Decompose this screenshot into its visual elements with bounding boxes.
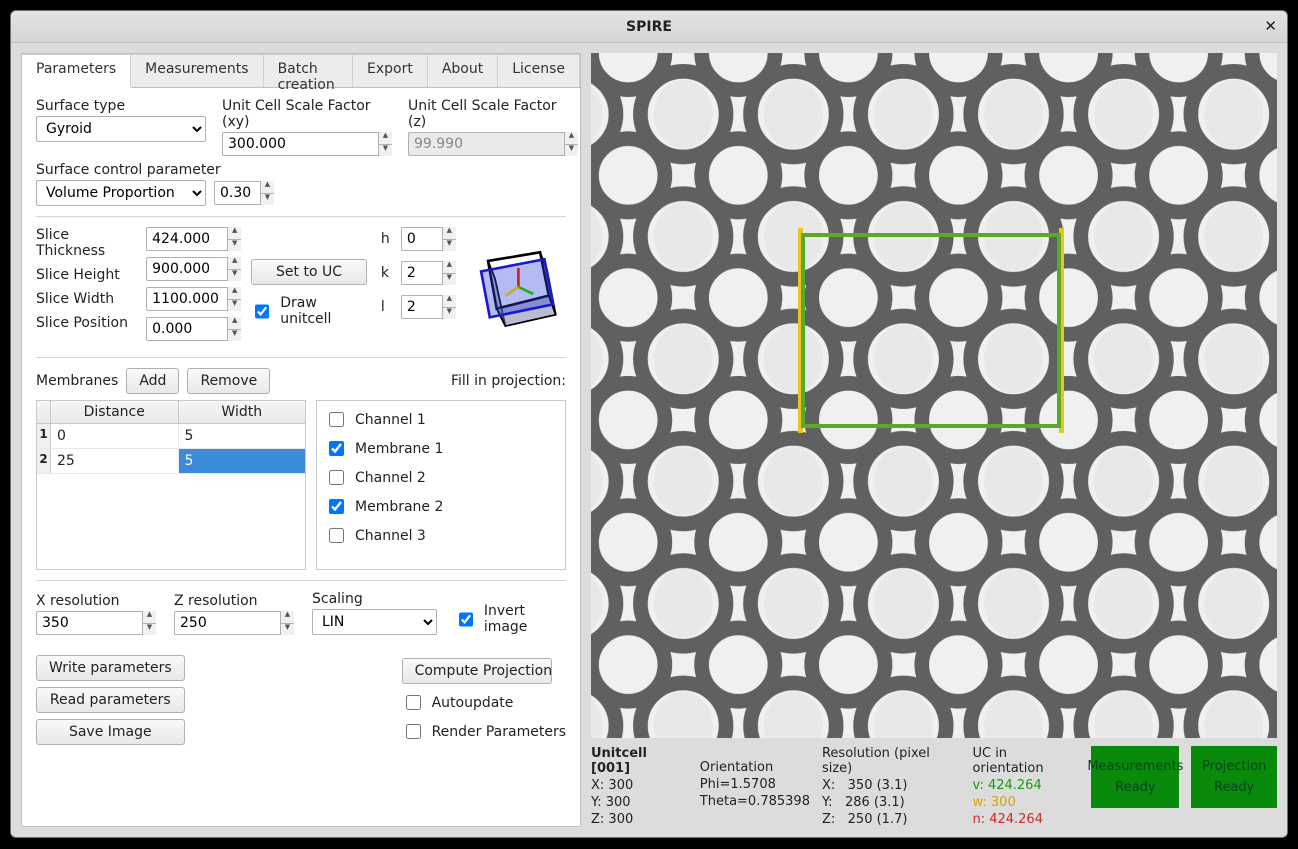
measurement-status-badge: Measurements Ready xyxy=(1091,746,1179,808)
left-panel: Parameters Measurements Batch creation E… xyxy=(21,53,581,827)
close-icon[interactable]: ✕ xyxy=(1264,17,1277,35)
draw-unitcell-checkbox[interactable] xyxy=(255,304,269,319)
set-to-uc-button[interactable]: Set to UC xyxy=(251,259,367,285)
projection-status-badge: Projection Ready xyxy=(1191,746,1277,808)
add-membrane-button[interactable]: Add xyxy=(126,368,179,394)
z-res-input[interactable] xyxy=(174,611,294,635)
tab-batch[interactable]: Batch creation xyxy=(264,54,353,87)
write-params-button[interactable]: Write parameters xyxy=(36,655,185,681)
channel3-checkbox[interactable] xyxy=(329,528,344,543)
k-label: k xyxy=(381,265,393,281)
unitcell-overlay-v xyxy=(801,233,1061,428)
l-label: l xyxy=(381,299,393,315)
scaling-select[interactable]: LIN xyxy=(312,609,437,635)
membranes-label: Membranes xyxy=(36,373,118,389)
fill-projection-label: Fill in projection: xyxy=(451,373,566,389)
scale-z-input xyxy=(408,132,578,156)
z-res-label: Z resolution xyxy=(174,593,294,609)
projection-canvas xyxy=(591,53,1277,738)
fill-projection-list: Channel 1 Membrane 1 Channel 2 Membrane … xyxy=(316,400,566,570)
window-title: SPIRE xyxy=(626,19,672,35)
tab-bar: Parameters Measurements Batch creation E… xyxy=(22,54,580,88)
unitcell-cube-icon xyxy=(462,227,566,347)
tab-measurements[interactable]: Measurements xyxy=(131,54,263,87)
titlebar: SPIRE ✕ xyxy=(11,11,1287,43)
col-width: Width xyxy=(179,401,306,423)
table-cell[interactable]: 5 xyxy=(179,424,306,448)
tab-export[interactable]: Export xyxy=(353,54,428,87)
compute-projection-button[interactable]: Compute Projection xyxy=(402,658,552,684)
orientation-title: Orientation xyxy=(700,760,810,775)
app-window: SPIRE ✕ Parameters Measurements Batch cr… xyxy=(10,10,1288,838)
unitcell-title: Unitcell [001] xyxy=(591,746,688,776)
channel2-checkbox[interactable] xyxy=(329,470,344,485)
autoupdate-checkbox[interactable] xyxy=(406,695,421,710)
h-label: h xyxy=(381,231,393,247)
scale-z-label: Unit Cell Scale Factor (z) xyxy=(408,98,578,130)
membrane2-checkbox[interactable] xyxy=(329,499,344,514)
read-params-button[interactable]: Read parameters xyxy=(36,687,185,713)
render-params-label: Render Parameters xyxy=(432,724,566,740)
scale-xy-label: Unit Cell Scale Factor (xy) xyxy=(222,98,392,130)
status-bar: Unitcell [001] X: 300 Y: 300 Z: 300 Orie… xyxy=(591,746,1277,827)
autoupdate-label: Autoupdate xyxy=(432,695,514,711)
save-image-button[interactable]: Save Image xyxy=(36,719,185,745)
resolution-title: Resolution (pixel size) xyxy=(822,746,961,776)
slice-position-label: Slice Position xyxy=(36,315,140,331)
x-res-label: X resolution xyxy=(36,593,156,609)
scale-xy-input[interactable] xyxy=(222,132,392,156)
surface-type-select[interactable]: Gyroid xyxy=(36,116,206,142)
uc-orient-title: UC in orientation xyxy=(972,746,1079,776)
membranes-table[interactable]: Distance Width 1 0 5 2 25 5 xyxy=(36,400,306,570)
x-res-input[interactable] xyxy=(36,611,156,635)
channel1-checkbox[interactable] xyxy=(329,412,344,427)
table-cell[interactable]: 5 xyxy=(179,449,306,473)
tab-parameters[interactable]: Parameters xyxy=(22,54,131,88)
slice-width-label: Slice Width xyxy=(36,291,140,307)
control-label: Surface control parameter xyxy=(36,162,566,178)
invert-image-checkbox[interactable] xyxy=(459,612,473,627)
table-cell[interactable]: 0 xyxy=(51,424,179,448)
surface-type-label: Surface type xyxy=(36,98,206,114)
invert-image-label: Invert image xyxy=(484,603,566,635)
control-type-select[interactable]: Volume Proportion xyxy=(36,180,206,206)
render-params-checkbox[interactable] xyxy=(406,724,421,739)
membrane1-checkbox[interactable] xyxy=(329,441,344,456)
tab-license[interactable]: License xyxy=(498,54,580,87)
scaling-label: Scaling xyxy=(312,591,437,607)
slice-thickness-label: Slice Thickness xyxy=(36,227,140,259)
slice-height-label: Slice Height xyxy=(36,267,140,283)
remove-membrane-button[interactable]: Remove xyxy=(187,368,270,394)
draw-unitcell-label: Draw unitcell xyxy=(280,295,367,327)
table-cell[interactable]: 25 xyxy=(51,449,179,473)
tab-about[interactable]: About xyxy=(428,54,498,87)
col-distance: Distance xyxy=(51,401,179,423)
